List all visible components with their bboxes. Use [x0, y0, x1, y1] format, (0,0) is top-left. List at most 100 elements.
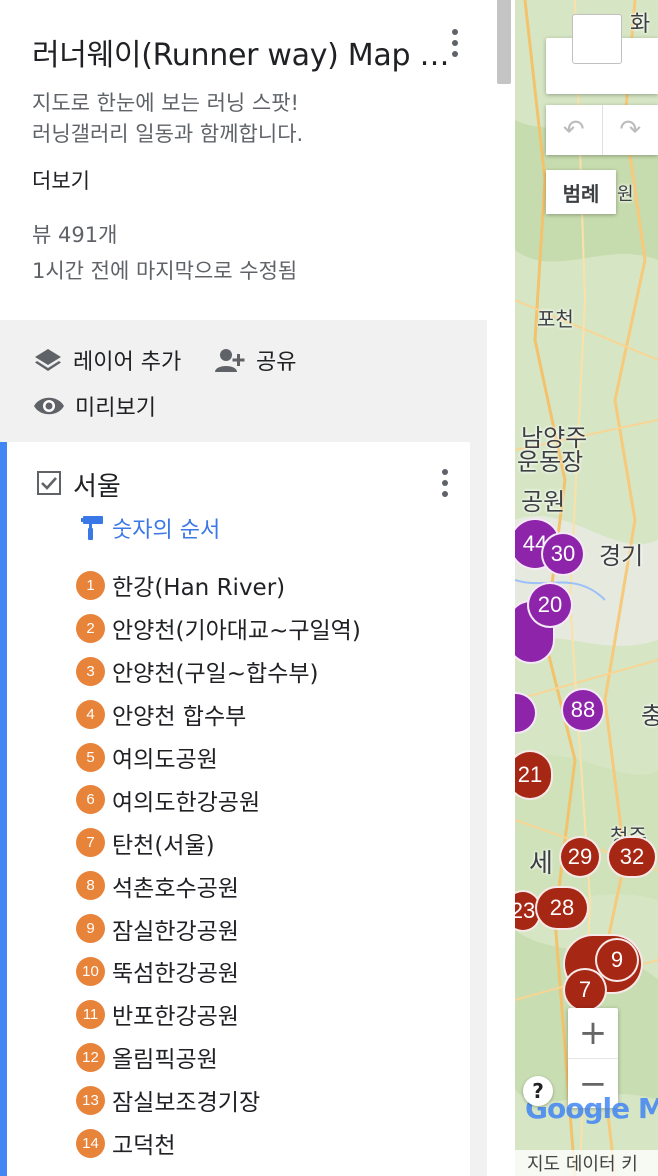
- place-list: 1 한강(Han River) 2 안양천(기아대교~구일역) 3 안양천(구일~합수…: [76, 564, 361, 1164]
- zoom-in-button[interactable]: +: [568, 1008, 618, 1058]
- place-number-badge: 12: [76, 1042, 105, 1072]
- list-item[interactable]: 1 한강(Han River): [76, 564, 361, 607]
- paint-roller-icon: [81, 516, 103, 540]
- map-cluster-marker[interactable]: 20: [527, 582, 573, 628]
- place-number-badge: 4: [76, 699, 105, 729]
- map-cluster-marker[interactable]: 30: [541, 532, 585, 576]
- list-item[interactable]: 2 안양천(기아대교~구일역): [76, 607, 361, 650]
- list-item[interactable]: 11 반포한강공원: [76, 993, 361, 1036]
- map-place-label: 경기: [599, 542, 644, 570]
- list-item[interactable]: 14 고덕천: [76, 1122, 361, 1165]
- sidebar-scrollbar[interactable]: [497, 0, 511, 84]
- add-layer-label: 레이어 추가: [73, 350, 182, 375]
- undo-redo-toolbar: ↶ ↷: [546, 105, 658, 155]
- map-data-label: 지도 데이터: [527, 1154, 616, 1175]
- description-line: 러닝갤러리 일동과 함께합니다.: [32, 122, 304, 146]
- map-canvas[interactable]: 화 원 포천 남양주 운동장 공원 경기 충 세 청주 44 30 20 88 …: [515, 0, 658, 1176]
- layer-style-label: 숫자의 순서: [112, 518, 221, 543]
- map-cluster-marker[interactable]: 88: [561, 688, 605, 732]
- place-number-badge: 14: [76, 1128, 105, 1158]
- map-place-label: 충: [641, 702, 658, 730]
- layer-seoul: 서울 숫자의 순서 1 한강(Han River) 2 안양천(기아대교~구일역) …: [0, 442, 470, 1176]
- place-label: 여의도한강공원: [112, 789, 261, 816]
- view-count: 뷰 491개: [32, 223, 118, 247]
- map-header: 러너웨이(Runner way) Map - 대한민국 러닝 지도 지도로 한눈…: [0, 0, 487, 320]
- map-sidebar: 러너웨이(Runner way) Map - 대한민국 러닝 지도 지도로 한눈…: [0, 0, 515, 1176]
- place-label: 여의도공원: [112, 747, 218, 773]
- sidebar-scrollbar-track: [487, 0, 515, 1176]
- map-place-label: 화: [630, 12, 651, 37]
- more-options-icon[interactable]: [442, 26, 468, 60]
- place-label: 잠실한강공원: [112, 918, 239, 945]
- layer-options-icon[interactable]: [432, 466, 458, 500]
- map-cluster-marker[interactable]: 7: [563, 968, 607, 1012]
- list-item[interactable]: 6 여의도한강공원: [76, 778, 361, 821]
- select-tool-icon[interactable]: [572, 14, 622, 64]
- undo-icon[interactable]: ↶: [546, 105, 603, 155]
- place-label: 반포한강공원: [112, 1004, 239, 1031]
- layers-icon: [35, 349, 61, 371]
- preview-button[interactable]: 미리보기: [33, 390, 156, 422]
- legend-button[interactable]: 범례: [546, 170, 616, 214]
- description-line: 지도로 한눈에 보는 러닝 스팟!: [32, 91, 299, 115]
- place-label: 석촌호수공원: [112, 875, 239, 902]
- place-label: 탄천(서울): [112, 832, 215, 859]
- list-item[interactable]: 8 석촌호수공원: [76, 864, 361, 907]
- help-icon[interactable]: ?: [523, 1076, 553, 1106]
- place-number-badge: 7: [76, 828, 105, 858]
- map-cluster-marker[interactable]: 32: [607, 836, 657, 878]
- redo-icon[interactable]: ↷: [603, 105, 658, 155]
- layer-selected-indicator: [0, 442, 7, 1176]
- map-data-label-suffix: 키: [621, 1154, 638, 1175]
- place-number-badge: 8: [76, 871, 105, 901]
- list-item[interactable]: 7 탄천(서울): [76, 821, 361, 864]
- map-description: 지도로 한눈에 보는 러닝 스팟! 러닝갤러리 일동과 함께합니다.: [32, 88, 303, 150]
- list-item[interactable]: 3 안양천(구일~합수부): [76, 650, 361, 693]
- place-number-badge: 1: [76, 570, 105, 600]
- list-item[interactable]: 4 안양천 합수부: [76, 693, 361, 736]
- place-number-badge: 5: [76, 742, 105, 772]
- place-number-badge: 3: [76, 656, 105, 686]
- last-modified: 1시간 전에 마지막으로 수정됨: [32, 259, 298, 283]
- map-place-label: 포천: [537, 307, 574, 331]
- map-place-label: 세: [529, 849, 553, 879]
- layer-checkbox[interactable]: [36, 470, 62, 496]
- place-number-badge: 2: [76, 613, 105, 643]
- place-number-badge: 11: [76, 999, 105, 1029]
- list-item[interactable]: 9 잠실한강공원: [76, 907, 361, 950]
- share-button[interactable]: 공유: [214, 344, 296, 376]
- list-item[interactable]: 13 잠실보조경기장: [76, 1079, 361, 1122]
- eye-icon: [34, 397, 64, 415]
- map-title[interactable]: 러너웨이(Runner way) Map - 대한민국 러닝 지도: [32, 30, 450, 74]
- place-label: 고덕천: [112, 1133, 176, 1160]
- list-item[interactable]: 5 여의도공원: [76, 736, 361, 779]
- map-cluster-marker[interactable]: 28: [535, 886, 589, 930]
- layer-title[interactable]: 서울: [73, 466, 121, 503]
- map-place-label: 공원: [521, 488, 566, 516]
- person-add-icon: [215, 349, 245, 372]
- preview-label: 미리보기: [75, 396, 156, 421]
- list-item[interactable]: 12 올림픽공원: [76, 1036, 361, 1079]
- place-label: 안양천 합수부: [112, 704, 247, 731]
- place-label: 올림픽공원: [112, 1047, 218, 1074]
- map-data-attribution[interactable]: 지도 데이터 키: [515, 1150, 658, 1176]
- place-number-badge: 6: [76, 785, 105, 815]
- place-label: 안양천(기아대교~구일역): [112, 618, 361, 645]
- place-label: 안양천(구일~합수부): [112, 661, 319, 688]
- more-link[interactable]: 더보기: [32, 165, 90, 195]
- list-item[interactable]: 10 뚝섬한강공원: [76, 950, 361, 993]
- add-layer-button[interactable]: 레이어 추가: [33, 344, 181, 376]
- action-bar: 레이어 추가 공유 미리보기: [0, 320, 487, 442]
- place-label: 한강(Han River): [112, 575, 286, 602]
- place-number-badge: 10: [76, 956, 105, 986]
- layer-style-button[interactable]: 숫자의 순서: [80, 512, 220, 544]
- map-place-label: 원: [617, 184, 634, 205]
- map-place-label: 운동장: [517, 448, 584, 476]
- place-number-badge: 9: [76, 914, 105, 944]
- share-label: 공유: [256, 350, 297, 375]
- place-label: 뚝섬한강공원: [112, 961, 239, 988]
- layer-list-scrollbar[interactable]: [470, 442, 487, 1176]
- place-number-badge: 13: [76, 1085, 105, 1115]
- map-cluster-marker[interactable]: 29: [559, 836, 601, 878]
- place-label: 잠실보조경기장: [112, 1090, 261, 1117]
